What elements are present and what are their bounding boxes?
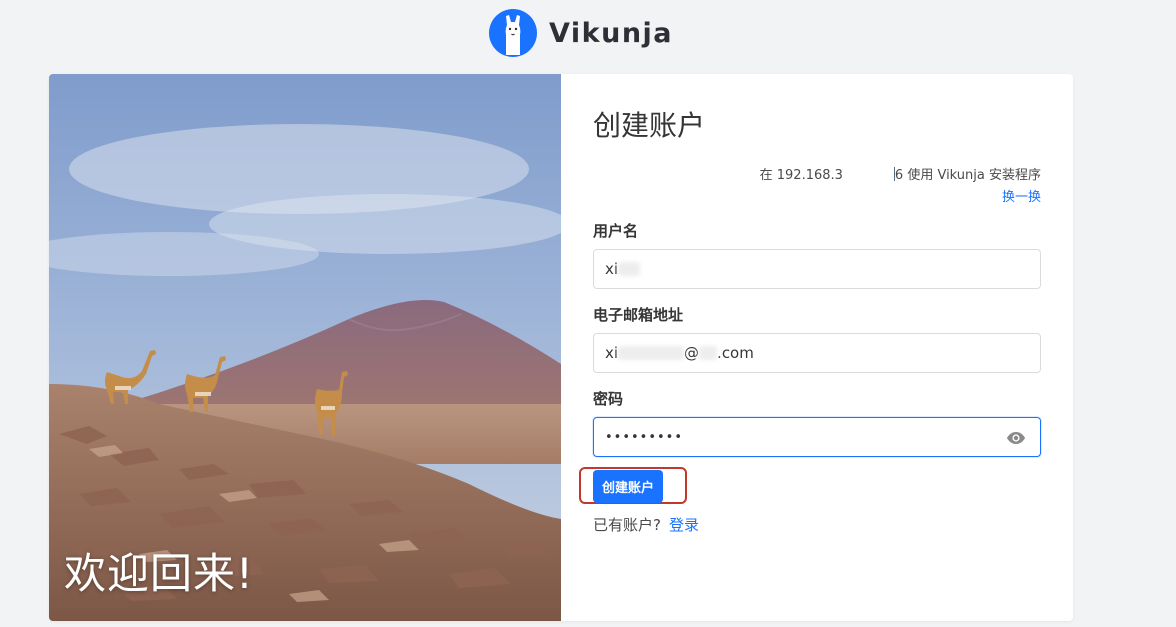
username-input[interactable]: xi [593, 249, 1041, 289]
password-label: 密码 [593, 390, 624, 408]
email-input[interactable]: xi @ .com [593, 333, 1041, 373]
logo[interactable]: Vikunja [488, 9, 674, 57]
server-info: 在 192.168.3 6 使用 Vikunja 安装程序 [760, 164, 1041, 183]
email-value-tail: .com [717, 344, 754, 362]
login-prompt: 已有账户? 登录 [593, 514, 699, 535]
app-header: Vikunja [0, 0, 1176, 70]
eye-icon[interactable] [1006, 429, 1026, 447]
have-account-text: 已有账户? [593, 516, 661, 534]
app-name: Vikunja [548, 17, 674, 49]
server-suffix: 6 使用 Vikunja 安装程序 [894, 168, 1041, 183]
redacted-text [618, 346, 685, 360]
llama-logo-icon [488, 9, 537, 57]
register-form: 创建账户 在 192.168.3 6 使用 Vikunja 安装程序 换一换 用户… [561, 74, 1073, 621]
redacted-text [842, 167, 895, 181]
change-server-link[interactable]: 换一换 [1002, 186, 1041, 205]
redacted-text [618, 262, 641, 276]
email-value-end: @ [684, 344, 700, 362]
password-input[interactable]: ••••••••• [593, 417, 1041, 457]
redacted-text [699, 346, 718, 360]
login-link[interactable]: 登录 [669, 516, 699, 534]
server-prefix: 在 192.168.3 [759, 168, 843, 183]
register-card: 欢迎回来! 创建账户 在 192.168.3 6 使用 Vikunja 安装程序 … [49, 74, 1073, 621]
landscape-illustration [49, 74, 561, 621]
password-value: ••••••••• [605, 429, 684, 445]
email-value-start: xi [605, 344, 619, 362]
username-value: xi [605, 260, 619, 278]
page-title: 创建账户 [593, 109, 706, 142]
email-label: 电子邮箱地址 [593, 306, 684, 324]
username-label: 用户名 [593, 222, 639, 240]
hero-image: 欢迎回来! [49, 74, 561, 621]
welcome-heading: 欢迎回来! [64, 549, 254, 598]
create-account-button[interactable]: 创建账户 [593, 470, 663, 503]
